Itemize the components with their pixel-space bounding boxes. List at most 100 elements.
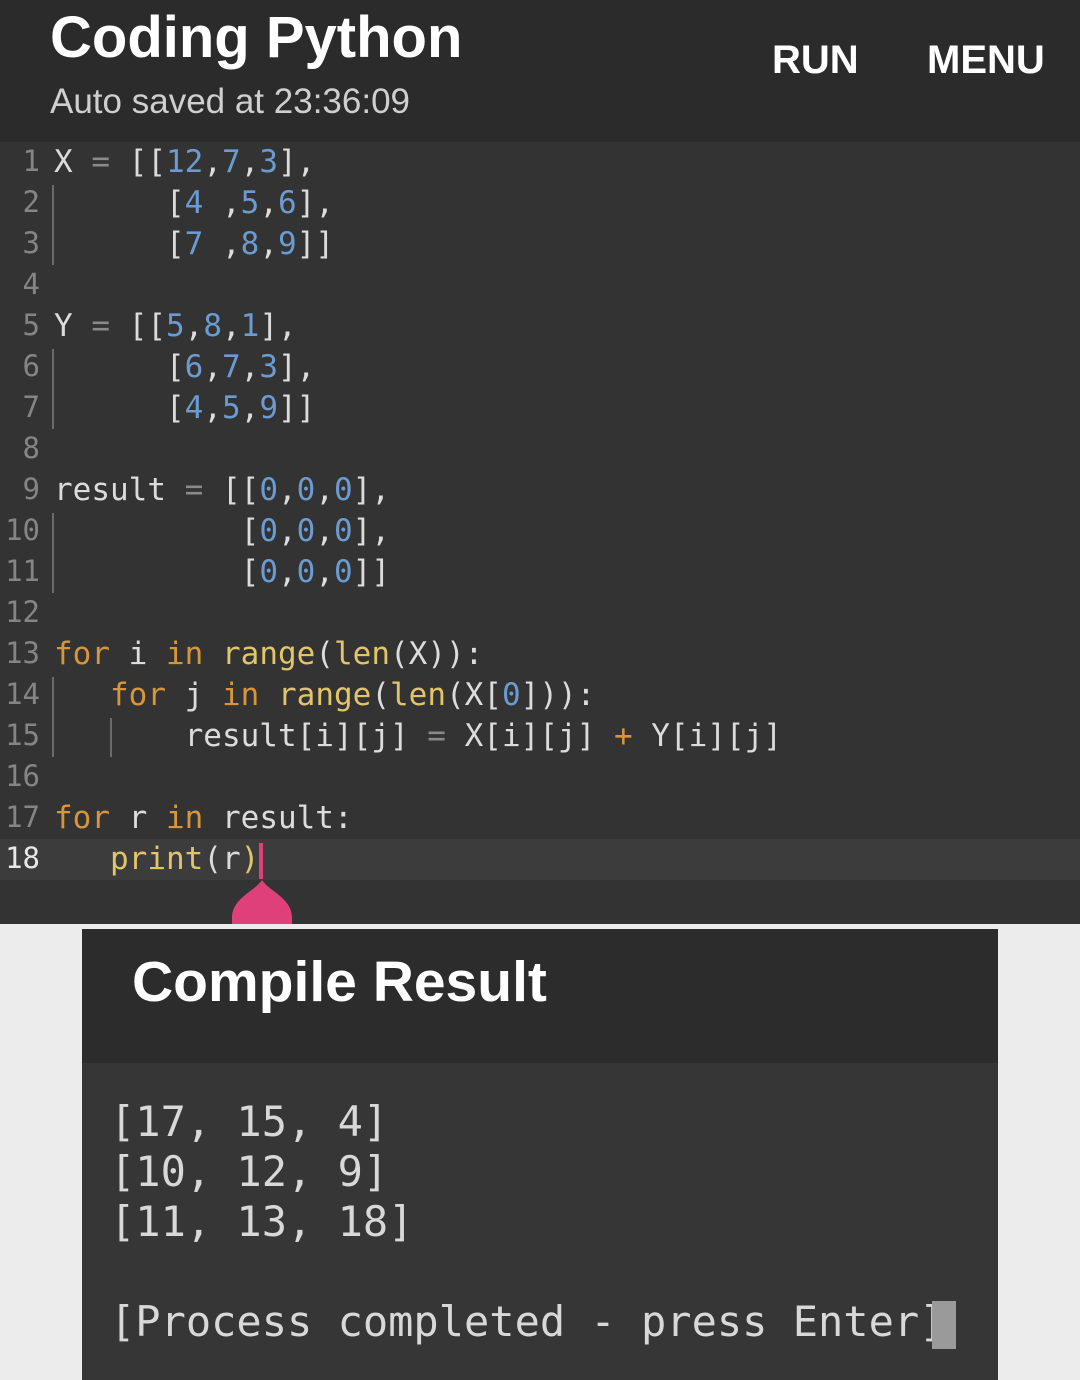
code-token: 7 — [221, 144, 241, 180]
code-token: ]] — [278, 390, 316, 426]
code-token: ], — [352, 472, 390, 508]
process-status: [Process completed - press Enter] — [110, 1297, 945, 1346]
code-text: [4,5,9]] — [54, 390, 315, 426]
code-line[interactable]: 16 — [0, 757, 1080, 798]
code-token: (X[ — [446, 677, 502, 713]
code-line[interactable]: 15 result[i][j] = X[i][j] + Y[i][j] — [0, 716, 1080, 757]
code-text: [0,0,0]] — [54, 554, 390, 590]
code-text: X = [[12,7,3], — [54, 144, 315, 180]
code-line[interactable]: 8 — [0, 429, 1080, 470]
code-line[interactable]: 14 for j in range(len(X[0])): — [0, 675, 1080, 716]
code-token: 0 — [259, 513, 278, 549]
line-number: 17 — [5, 800, 40, 834]
output-line: [10, 12, 9] — [110, 1147, 389, 1196]
code-token: = — [91, 144, 129, 180]
code-token: in — [166, 636, 204, 672]
code-token: 4 — [184, 390, 204, 426]
code-line[interactable]: 12 — [0, 593, 1080, 634]
code-line[interactable]: 3 [7 ,8,9]] — [0, 224, 1080, 265]
compile-result-header: Compile Result — [82, 929, 998, 1063]
code-token: ]] — [352, 554, 390, 590]
code-line[interactable]: 5Y = [[5,8,1], — [0, 306, 1080, 347]
code-line[interactable]: 2 [4 ,5,6], — [0, 183, 1080, 224]
code-token: 9 — [278, 226, 297, 262]
code-token: 0 — [259, 554, 278, 590]
code-text: [0,0,0], — [54, 513, 390, 549]
indent-guide — [52, 677, 54, 757]
code-token: [ — [54, 226, 185, 262]
code-text: [6,7,3], — [54, 349, 315, 385]
line-number: 10 — [5, 513, 40, 547]
run-button[interactable]: RUN — [772, 38, 859, 83]
code-line[interactable]: 7 [4,5,9]] — [0, 388, 1080, 429]
code-line[interactable]: 9 result = [[0,0,0], — [0, 470, 1080, 511]
code-token: [ — [54, 513, 260, 549]
code-token: ], — [352, 513, 390, 549]
line-number: 7 — [22, 390, 40, 424]
code-token: print — [110, 841, 204, 877]
line-number: 12 — [5, 595, 40, 629]
line-number: 2 — [22, 185, 40, 219]
code-token: 3 — [259, 349, 279, 385]
code-token: 9 — [259, 390, 279, 426]
code-token: , — [240, 349, 260, 385]
code-token: ( — [315, 636, 334, 672]
line-number: 6 — [22, 349, 40, 383]
line-number: 18 — [5, 841, 40, 875]
code-token: , — [203, 349, 222, 385]
code-line[interactable]: 4 — [0, 265, 1080, 306]
code-token: , — [315, 472, 334, 508]
code-token: 0 — [259, 472, 278, 508]
cursor-handle-icon[interactable] — [232, 880, 292, 924]
code-text: result[i][j] = X[i][j] + Y[i][j] — [54, 718, 782, 754]
code-line[interactable]: 1 X = [[12,7,3], — [0, 142, 1080, 183]
code-token: 5 — [222, 390, 241, 426]
code-token: result: — [203, 800, 353, 836]
code-text: result = [[0,0,0], — [54, 472, 390, 508]
code-token: 12 — [165, 144, 204, 180]
code-token: , — [203, 226, 241, 262]
code-line[interactable]: 13 for i in range(len(X)): — [0, 634, 1080, 675]
code-token: 3 — [259, 144, 278, 180]
code-token: , — [259, 226, 278, 262]
code-token: 8 — [240, 226, 260, 262]
code-token: len — [390, 677, 446, 713]
menu-button[interactable]: MENU — [927, 38, 1045, 83]
code-token: (r — [203, 841, 241, 877]
code-line[interactable]: 6 [6,7,3], — [0, 347, 1080, 388]
indent-guide — [110, 718, 112, 757]
code-token: i — [110, 636, 166, 672]
code-editor[interactable]: 1X = [[12,7,3], 2 [4 ,5,6], 3 [7 ,8,9]] 4 5 Y… — [0, 142, 1080, 924]
code-token: [ — [54, 554, 260, 590]
code-line[interactable]: 11 [0,0,0]] — [0, 552, 1080, 593]
code-line[interactable]: 18 print(r) — [0, 839, 1080, 880]
code-token: r — [110, 800, 166, 836]
terminal-cursor — [932, 1301, 956, 1349]
autosave-status: Auto saved at 23:36:09 — [50, 82, 410, 121]
code-token: , — [184, 308, 204, 344]
code-token: ], — [278, 144, 316, 180]
code-line[interactable]: 17 for r in result: — [0, 798, 1080, 839]
indent-guide — [52, 349, 54, 429]
code-token: , — [203, 390, 222, 426]
output-line: [17, 15, 4] — [110, 1097, 389, 1146]
code-token: range — [278, 677, 372, 713]
output-line: [11, 13, 18] — [110, 1197, 414, 1246]
code-line[interactable]: 10 [0,0,0], — [0, 511, 1080, 552]
line-number: 3 — [22, 226, 40, 260]
code-token: for — [54, 636, 110, 672]
code-token: , — [240, 390, 260, 426]
line-number: 9 — [22, 472, 40, 506]
text-cursor — [259, 843, 263, 879]
code-token: , — [277, 472, 297, 508]
code-token: (X)): — [390, 636, 484, 672]
code-token: , — [315, 554, 334, 590]
line-number: 1 — [22, 144, 40, 178]
code-token: len — [334, 636, 390, 672]
line-number: 16 — [5, 759, 40, 793]
code-token: , — [222, 308, 241, 344]
line-number: 11 — [5, 554, 40, 588]
code-token: [ — [54, 349, 185, 385]
code-token: ], — [259, 308, 297, 344]
code-token: ) — [240, 841, 260, 877]
